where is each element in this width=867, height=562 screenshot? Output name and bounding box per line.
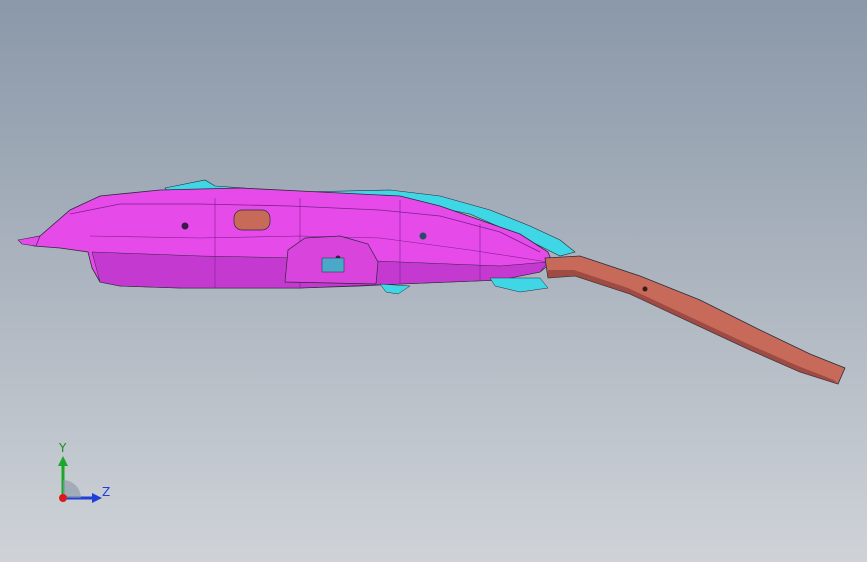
access-hole (233, 209, 271, 231)
axis-triad: Y Z (48, 440, 118, 510)
model-view[interactable] (0, 0, 867, 562)
bolt-hole (181, 222, 189, 230)
y-axis-label: Y (59, 441, 67, 455)
bolt-hole (419, 232, 427, 240)
roof-rail-edge (548, 270, 838, 384)
z-axis-label: Z (102, 485, 111, 499)
front-lip (17, 235, 41, 247)
bracket-plate (321, 257, 345, 273)
rail-hole (642, 286, 648, 292)
lower-tab (379, 283, 411, 295)
rear-bracket (489, 277, 549, 293)
cad-viewport[interactable]: Y Z (0, 0, 867, 562)
